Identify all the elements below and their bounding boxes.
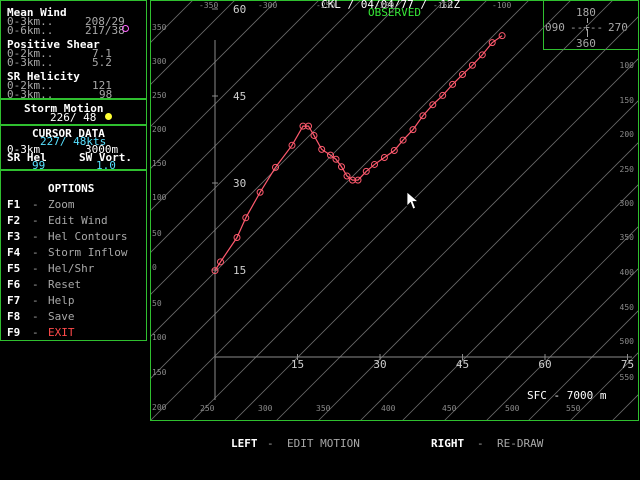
- helicity-label-top: -350: [199, 1, 218, 10]
- helicity-line: [151, 1, 571, 420]
- helicity-label-right: 150: [620, 96, 635, 105]
- helicity-line: [151, 1, 319, 169]
- helicity-label-bottom: 550: [566, 404, 581, 413]
- helicity-line: [151, 1, 361, 211]
- helicity-label-bottom: 450: [442, 404, 457, 413]
- helicity-line: [151, 1, 403, 253]
- helicity-label-left: 200: [152, 125, 167, 134]
- helicity-line: [0, 0, 208, 421]
- helicity-label-bottom: 300: [258, 404, 273, 413]
- helicity-label-right: 200: [620, 130, 635, 139]
- speed-tick-label-y: 15: [233, 264, 246, 277]
- helicity-label-bottom: 500: [505, 404, 520, 413]
- helicity-label-left: 350: [152, 23, 167, 32]
- helicity-label-left: 150: [152, 368, 167, 377]
- helicity-label-left: 100: [152, 193, 167, 202]
- speed-tick-label-y: 45: [233, 90, 246, 103]
- helicity-line: [151, 1, 235, 85]
- helicity-label-top: -150: [433, 1, 452, 10]
- helicity-label-top: -100: [492, 1, 511, 10]
- footer-left-sep: -: [267, 437, 274, 450]
- hodograph-chart[interactable]: 15 30 45 60 7560453015-350 -300 -250 -200 -150 -1…: [0, 0, 640, 480]
- speed-tick-label-x: 60: [538, 358, 551, 371]
- helicity-label-left: 200: [152, 403, 167, 412]
- helicity-label-bottom: 250: [200, 404, 215, 413]
- helicity-label-top: -300: [258, 1, 277, 10]
- hodograph-trace-line: [214, 35, 503, 271]
- helicity-label-left: 100: [152, 333, 167, 342]
- helicity-line: [151, 1, 193, 43]
- footer-right-key: RIGHT: [431, 437, 465, 450]
- helicity-label-right: 250: [620, 165, 635, 174]
- helicity-label-top: -250: [316, 1, 335, 10]
- helicity-line: [486, 268, 638, 420]
- range-label: SFC - 7000 m: [527, 389, 607, 402]
- speed-tick-label-x: 30: [373, 358, 386, 371]
- speed-tick-label-x: 75: [621, 358, 634, 371]
- speed-tick-label-y: 60: [233, 3, 246, 16]
- helicity-label-bottom: 350: [316, 404, 331, 413]
- helicity-label-left: 0: [152, 263, 157, 272]
- footer-right-action[interactable]: RE-DRAW: [497, 438, 543, 449]
- footer-left-key: LEFT: [231, 437, 258, 450]
- helicity-label-left: 250: [152, 91, 167, 100]
- helicity-label-top: -200: [375, 1, 394, 10]
- helicity-label-right: 350: [620, 233, 635, 242]
- helicity-label-right: 450: [620, 303, 635, 312]
- helicity-label-left: 50: [152, 229, 162, 238]
- helicity-line: [151, 1, 277, 127]
- helicity-line: [0, 0, 166, 421]
- helicity-label-right: 500: [620, 337, 635, 346]
- speed-tick-label-x: 15: [291, 358, 304, 371]
- helicity-line: [402, 184, 638, 420]
- helicity-label-right: 300: [620, 199, 635, 208]
- helicity-label-right: 100: [620, 61, 635, 70]
- helicity-label-right: 400: [620, 268, 635, 277]
- speed-tick-label-x: 45: [456, 358, 469, 371]
- helicity-label-bottom: 400: [381, 404, 396, 413]
- footer-left-action[interactable]: EDIT MOTION: [287, 438, 360, 449]
- helicity-label-right: 550: [620, 373, 635, 382]
- helicity-label-left: 50: [152, 299, 162, 308]
- footer-right-sep: -: [477, 437, 484, 450]
- helicity-label-left: 150: [152, 159, 167, 168]
- speed-tick-label-y: 30: [233, 177, 246, 190]
- helicity-label-left: 300: [152, 57, 167, 66]
- mouse-pointer-icon: [406, 191, 420, 210]
- helicity-line: [0, 0, 250, 421]
